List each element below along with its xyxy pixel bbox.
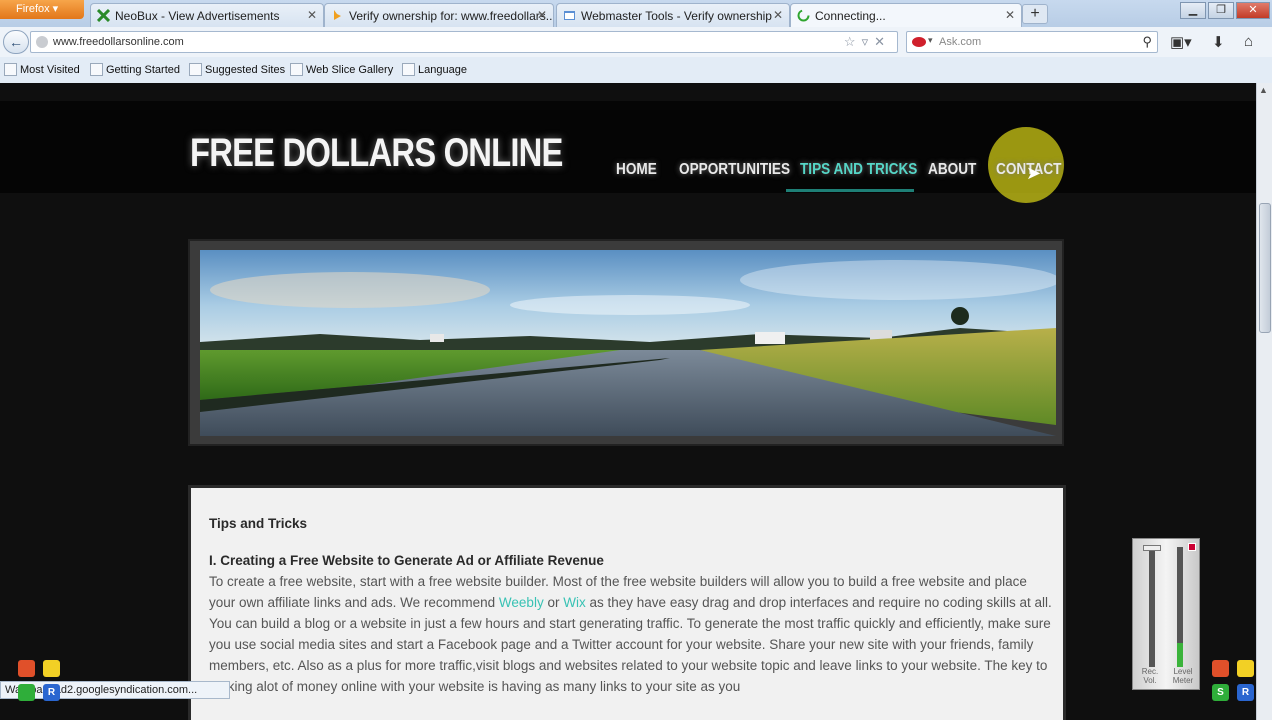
nav-opportunities[interactable]: OPPORTUNITIES (679, 161, 790, 179)
nav-about[interactable]: ABOUT (928, 161, 976, 179)
browser-chrome: Firefox ▾ NeoBux - View Advertisements ✕… (0, 0, 1272, 83)
weebly-link[interactable]: Weebly (499, 595, 544, 610)
content-panel: Tips and Tricks I. Creating a Free Websi… (188, 485, 1066, 720)
stop-icon[interactable]: ✕ (874, 34, 891, 49)
dropdown-icon[interactable]: ▿ (862, 34, 875, 49)
yellow-control-icon[interactable] (1237, 660, 1254, 677)
tab-title: Connecting... (815, 9, 886, 23)
red-control-icon[interactable] (1212, 660, 1229, 677)
firefox-menu-label: Firefox (16, 3, 50, 15)
window-close-button[interactable]: ✕ (1236, 2, 1270, 19)
addons-icon[interactable]: ▣▾ (1170, 33, 1192, 51)
level-meter-bar (1177, 547, 1183, 667)
banner-frame (188, 239, 1064, 446)
home-icon[interactable]: ⌂ (1244, 33, 1253, 50)
wix-link[interactable]: Wix (563, 595, 586, 610)
search-bar[interactable]: ▾ Ask.com ⚲ (906, 31, 1158, 53)
tab-title: Webmaster Tools - Verify ownership (581, 9, 772, 23)
close-icon[interactable]: ✕ (537, 8, 547, 22)
bookmark-language[interactable]: Language (402, 63, 467, 76)
bookmark-label: Getting Started (106, 64, 180, 76)
page-icon (189, 63, 202, 76)
rec-volume-handle[interactable] (1143, 545, 1161, 551)
close-icon[interactable]: ✕ (307, 8, 317, 22)
new-tab-button[interactable]: + (1022, 4, 1048, 24)
loading-icon (797, 9, 810, 22)
webmaster-icon (564, 11, 575, 20)
page-icon (90, 63, 103, 76)
page-icon (402, 63, 415, 76)
tab-verify-ownership[interactable]: Verify ownership for: www.freedollars...… (324, 3, 554, 27)
scroll-thumb[interactable] (1259, 203, 1271, 333)
firefox-menu-button[interactable]: Firefox ▾ (0, 0, 84, 19)
mouse-cursor-icon: ➤ (1026, 163, 1042, 183)
nav-home[interactable]: HOME (616, 161, 657, 179)
navigation-toolbar: ← www.freedollarsonline.com ☆▿✕ ▾ Ask.co… (0, 27, 1272, 57)
tab-neobux[interactable]: NeoBux - View Advertisements ✕ (90, 3, 324, 27)
yellow-control-icon[interactable] (43, 660, 60, 677)
bookmark-web-slice-gallery[interactable]: Web Slice Gallery (290, 63, 394, 76)
rec-volume-slider[interactable] (1149, 547, 1155, 667)
bookmark-star-icon[interactable]: ☆ (844, 34, 862, 49)
tab-strip: Firefox ▾ NeoBux - View Advertisements ✕… (0, 0, 1272, 27)
neobux-icon (97, 9, 110, 22)
page-viewport: FREE DOLLARS ONLINE HOME OPPORTUNITIES T… (0, 83, 1256, 720)
tab-webmaster-tools[interactable]: Webmaster Tools - Verify ownership ✕ (556, 3, 790, 27)
banner-image (200, 250, 1056, 436)
green-control-icon[interactable]: S (1212, 684, 1229, 701)
paragraph-text: or (547, 595, 560, 610)
content-heading: Tips and Tricks (209, 516, 308, 531)
bookmark-suggested-sites[interactable]: Suggested Sites (189, 63, 286, 76)
minimize-button[interactable]: ▁ (1180, 2, 1206, 19)
close-icon[interactable] (1188, 543, 1196, 551)
download-icon[interactable]: ⬇ (1212, 33, 1225, 51)
bookmark-label: Web Slice Gallery (306, 64, 394, 76)
back-button[interactable]: ← (3, 30, 29, 54)
recorder-level-meter: Rec. Vol. Level Meter (1132, 538, 1200, 690)
scroll-up-icon[interactable]: ▲ (1259, 85, 1268, 95)
site-title[interactable]: FREE DOLLARS ONLINE (190, 131, 563, 176)
blue-control-icon[interactable]: R (43, 684, 60, 701)
active-nav-underline (786, 189, 914, 192)
address-bar[interactable]: www.freedollarsonline.com ☆▿✕ (30, 31, 898, 53)
red-control-icon[interactable] (18, 660, 35, 677)
site-header: FREE DOLLARS ONLINE HOME OPPORTUNITIES T… (0, 101, 1256, 203)
level-meter-label: Level Meter (1172, 667, 1194, 685)
green-control-icon[interactable] (18, 684, 35, 701)
page-icon (290, 63, 303, 76)
blue-control-icon[interactable]: R (1237, 684, 1254, 701)
bookmarks-toolbar: Most Visited Getting Started Suggested S… (0, 57, 1272, 83)
tab-title: NeoBux - View Advertisements (115, 9, 280, 23)
close-icon[interactable]: ✕ (1005, 8, 1015, 22)
road-landscape-image (200, 250, 1056, 436)
search-icon[interactable]: ⚲ (1142, 34, 1152, 50)
tab-connecting[interactable]: Connecting... ✕ (790, 3, 1022, 27)
section-paragraph: To create a free website, start with a f… (209, 571, 1054, 697)
section-title: I. Creating a Free Website to Generate A… (209, 553, 604, 568)
bookmark-getting-started[interactable]: Getting Started (90, 63, 180, 76)
url-text[interactable]: www.freedollarsonline.com (53, 36, 184, 48)
close-icon[interactable]: ✕ (773, 8, 783, 22)
bing-icon (334, 10, 341, 20)
nav-tips-and-tricks[interactable]: TIPS AND TRICKS (800, 161, 917, 179)
vertical-scrollbar[interactable]: ▲ (1256, 83, 1272, 720)
bookmark-folder-icon (4, 63, 17, 76)
bookmark-label: Language (418, 64, 467, 76)
bookmark-label: Suggested Sites (205, 64, 286, 76)
bookmark-label: Most Visited (20, 64, 80, 76)
chevron-down-icon: ▾ (928, 35, 933, 45)
ask-engine-icon[interactable] (912, 37, 926, 47)
rec-vol-label: Rec. Vol. (1141, 667, 1159, 685)
url-actions: ☆▿✕ (844, 34, 891, 50)
search-input[interactable]: Ask.com (939, 36, 981, 48)
site-identity-icon[interactable] (36, 36, 48, 48)
tab-title: Verify ownership for: www.freedollars... (349, 9, 554, 23)
restore-button[interactable]: ❐ (1208, 2, 1234, 19)
bookmark-most-visited[interactable]: Most Visited (4, 63, 80, 76)
